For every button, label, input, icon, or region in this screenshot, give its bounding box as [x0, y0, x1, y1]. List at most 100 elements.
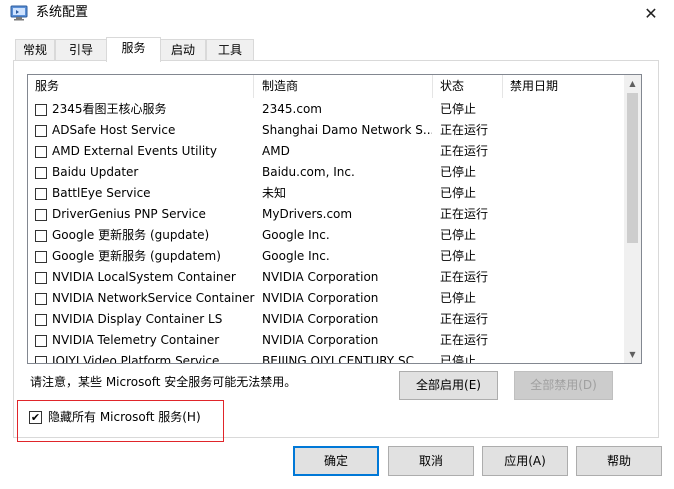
table-row[interactable]: IQIYI Video Platform Service BEIJING QIYI… — [28, 351, 626, 364]
help-button[interactable]: 帮助 — [576, 446, 662, 476]
service-status: 正在运行 — [440, 144, 489, 158]
hide-ms-services-checkbox[interactable]: ✔ — [29, 411, 42, 424]
service-checkbox[interactable] — [35, 188, 47, 200]
service-disabled-date — [510, 162, 622, 183]
table-row[interactable]: Baidu Updater Baidu.com, Inc. 已停止 — [28, 162, 626, 183]
column-header-manufacturer[interactable]: 制造商 — [255, 75, 433, 98]
table-row[interactable]: AMD External Events Utility AMD 正在运行 — [28, 141, 626, 162]
service-disabled-date — [510, 120, 622, 141]
service-status: 正在运行 — [440, 312, 489, 326]
service-status: 正在运行 — [440, 207, 489, 221]
service-status: 已停止 — [440, 354, 477, 364]
msconfig-icon — [10, 5, 28, 21]
service-checkbox[interactable] — [35, 167, 47, 179]
service-status: 已停止 — [440, 165, 477, 179]
ok-button[interactable]: 确定 — [293, 446, 379, 476]
close-button[interactable]: ✕ — [628, 0, 674, 27]
service-checkbox[interactable] — [35, 125, 47, 137]
table-row[interactable]: 2345看图王核心服务 2345.com 已停止 — [28, 99, 626, 120]
service-manufacturer: 未知 — [262, 186, 287, 200]
scroll-up-icon[interactable]: ▲ — [624, 75, 641, 92]
service-disabled-date — [510, 225, 622, 246]
table-row[interactable]: ADSafe Host Service Shanghai Damo Network… — [28, 120, 626, 141]
tab-label: 服务 — [121, 41, 146, 55]
service-name: AMD External Events Utility — [52, 144, 217, 158]
service-disabled-date — [510, 246, 622, 267]
service-checkbox[interactable] — [35, 335, 47, 347]
table-row[interactable]: Google 更新服务 (gupdatem) Google Inc. 已停止 — [28, 246, 626, 267]
column-header-disabled-date[interactable]: 禁用日期 — [503, 75, 626, 98]
service-name: DriverGenius PNP Service — [52, 207, 206, 221]
service-checkbox[interactable] — [35, 146, 47, 158]
service-name: IQIYI Video Platform Service — [52, 354, 220, 364]
service-checkbox[interactable] — [35, 272, 47, 284]
service-disabled-date — [510, 204, 622, 225]
disable-all-button[interactable]: 全部禁用(D) — [514, 371, 613, 400]
scroll-down-icon[interactable]: ▼ — [624, 346, 641, 363]
service-manufacturer: AMD — [262, 144, 290, 158]
service-name: NVIDIA LocalSystem Container — [52, 270, 236, 284]
service-checkbox[interactable] — [35, 104, 47, 116]
table-row[interactable]: Google 更新服务 (gupdate) Google Inc. 已停止 — [28, 225, 626, 246]
tab-label: 常规 — [22, 43, 47, 57]
tab-general[interactable]: 常规 — [15, 39, 55, 61]
service-name: BattlEye Service — [52, 186, 151, 200]
tab-services[interactable]: 服务 — [106, 37, 161, 62]
service-rows: 2345看图王核心服务 2345.com 已停止 ADSafe Host Servic… — [28, 99, 626, 364]
service-status: 正在运行 — [440, 123, 489, 137]
column-header-service[interactable]: 服务 — [28, 75, 254, 98]
scroll-thumb[interactable] — [627, 93, 638, 243]
service-manufacturer: MyDrivers.com — [262, 207, 353, 221]
service-disabled-date — [510, 288, 622, 309]
service-disabled-date — [510, 309, 622, 330]
table-row[interactable]: NVIDIA Telemetry Container NVIDIA Corpora… — [28, 330, 626, 351]
service-checkbox[interactable] — [35, 230, 47, 242]
enable-all-button[interactable]: 全部启用(E) — [399, 371, 498, 400]
service-manufacturer: Google Inc. — [262, 228, 330, 242]
column-header-status[interactable]: 状态 — [433, 75, 503, 98]
ms-services-notice: 请注意，某些 Microsoft 安全服务可能无法禁用。 — [30, 375, 297, 389]
service-status: 已停止 — [440, 249, 477, 263]
services-list[interactable]: 服务 制造商 状态 禁用日期 2345看图王核心服务 2345.com 已停止 ADS… — [27, 74, 642, 364]
service-status: 已停止 — [440, 291, 477, 305]
table-row[interactable]: DriverGenius PNP Service MyDrivers.com 正在运… — [28, 204, 626, 225]
service-checkbox[interactable] — [35, 251, 47, 263]
table-row[interactable]: NVIDIA Display Container LS NVIDIA Corpor… — [28, 309, 626, 330]
service-status: 已停止 — [440, 228, 477, 242]
service-manufacturer: Google Inc. — [262, 249, 330, 263]
service-status: 已停止 — [440, 102, 477, 116]
vertical-scrollbar[interactable]: ▲ ▼ — [624, 75, 641, 363]
service-checkbox[interactable] — [35, 314, 47, 326]
service-manufacturer: NVIDIA Corporation — [262, 270, 379, 284]
tab-boot[interactable]: 引导 — [55, 39, 107, 61]
service-status: 正在运行 — [440, 270, 489, 284]
service-manufacturer: NVIDIA Corporation — [262, 291, 379, 305]
service-name: ADSafe Host Service — [52, 123, 176, 137]
tab-label: 工具 — [217, 43, 242, 57]
tab-startup[interactable]: 启动 — [160, 39, 206, 61]
service-name: Baidu Updater — [52, 165, 139, 179]
service-checkbox[interactable] — [35, 293, 47, 305]
tab-label: 引导 — [68, 43, 93, 57]
title-bar: 系统配置 ✕ — [0, 0, 674, 27]
checkmark-icon: ✔ — [30, 411, 41, 424]
service-name: Google 更新服务 (gupdatem) — [52, 249, 221, 263]
service-manufacturer: NVIDIA Corporation — [262, 312, 379, 326]
service-manufacturer: Shanghai Damo Network S... — [262, 123, 432, 137]
service-disabled-date — [510, 99, 622, 120]
hide-ms-services-highlight: ✔ 隐藏所有 Microsoft 服务(H) — [17, 400, 224, 442]
close-icon: ✕ — [644, 4, 658, 23]
service-manufacturer: BEIJING QIYI CENTURY SC... — [262, 354, 426, 364]
cancel-button[interactable]: 取消 — [388, 446, 474, 476]
service-checkbox[interactable] — [35, 356, 47, 363]
table-row[interactable]: BattlEye Service 未知 已停止 — [28, 183, 626, 204]
table-row[interactable]: NVIDIA NetworkService Container NVIDIA Co… — [28, 288, 626, 309]
service-checkbox[interactable] — [35, 209, 47, 221]
service-disabled-date — [510, 351, 622, 363]
hide-ms-services-label[interactable]: 隐藏所有 Microsoft 服务(H) — [48, 408, 201, 426]
service-status: 已停止 — [440, 186, 477, 200]
apply-button[interactable]: 应用(A) — [482, 446, 568, 476]
table-row[interactable]: NVIDIA LocalSystem Container NVIDIA Corpo… — [28, 267, 626, 288]
tab-tools[interactable]: 工具 — [206, 39, 254, 61]
service-name: NVIDIA Display Container LS — [52, 312, 223, 326]
